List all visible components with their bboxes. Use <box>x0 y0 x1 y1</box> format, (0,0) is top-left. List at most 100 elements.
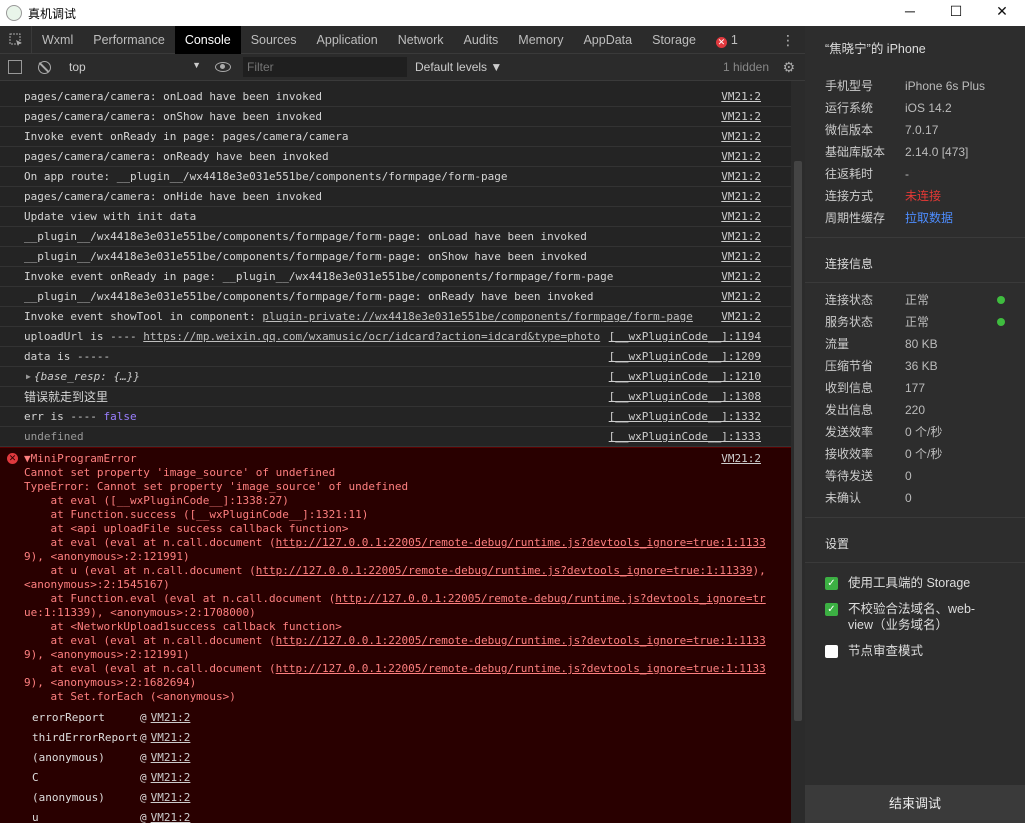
error-title[interactable]: ▼MiniProgramError <box>24 452 805 466</box>
filter-input[interactable] <box>243 57 407 77</box>
stack-source-link[interactable]: VM21:2 <box>151 811 191 823</box>
source-link[interactable]: [__wxPluginCode__]:1332 <box>609 407 761 427</box>
source-link[interactable]: VM21:2 <box>721 107 761 127</box>
tab-performance[interactable]: Performance <box>83 26 175 54</box>
end-debug-button[interactable]: 结束调试 <box>805 785 1025 823</box>
clear-console-icon[interactable] <box>38 60 51 74</box>
device-info: 手机型号 iPhone 6s Plus 运行系统 iOS 14.2 微信版本 7.0.… <box>805 75 1025 229</box>
fetch-data-link[interactable]: 拉取数据 <box>905 207 953 229</box>
log-row: data is ----- [__wxPluginCode__]:1209 <box>0 347 805 367</box>
conn-row: 流量 80 KB <box>825 337 938 351</box>
source-link[interactable]: [__wxPluginCode__]:1194 <box>609 327 761 347</box>
gear-icon[interactable]: ⚙ <box>782 59 795 76</box>
stack-link[interactable]: http://127.0.0.1:22005/remote-debug/runt… <box>276 536 766 549</box>
log-row: undefined [__wxPluginCode__]:1333 <box>0 427 805 447</box>
log-row: __plugin__/wx4418e3e031e551be/components… <box>0 247 805 267</box>
expand-triangle-icon[interactable]: ▶ <box>26 367 31 387</box>
tab-audits[interactable]: Audits <box>454 26 509 54</box>
conn-row: 压缩节省 36 KB <box>825 359 938 373</box>
close-button[interactable]: ✕ <box>979 0 1025 22</box>
plugin-link[interactable]: plugin-private://wx4418e3e031e551be/comp… <box>262 310 692 323</box>
call-stack: errorReport @ VM21:2 thirdErrorReport @ VM21… <box>24 708 805 823</box>
upload-url-link[interactable]: https://mp.weixin.qq.com/wxamusic/ocr/id… <box>143 330 600 343</box>
live-expression-eye-icon[interactable] <box>215 62 231 72</box>
info-row: 运行系统 iOS 14.2 <box>825 101 952 115</box>
stack-link[interactable]: http://127.0.0.1:22005/remote-debug/runt… <box>335 592 765 605</box>
maximize-button[interactable]: ☐ <box>933 0 979 22</box>
tab-console[interactable]: Console <box>174 25 241 54</box>
source-link[interactable]: [__wxPluginCode__]:1209 <box>609 347 761 367</box>
source-link[interactable]: VM21:2 <box>721 207 761 227</box>
context-value: top <box>69 60 86 74</box>
source-link[interactable]: [__wxPluginCode__]:1333 <box>609 427 761 447</box>
conn-row: 接收效率 0 个/秒 <box>825 447 943 461</box>
error-message: ✕ VM21:2 ▼MiniProgramError Cannot set pr… <box>0 447 805 823</box>
stack-row: (anonymous) @ VM21:2 <box>32 751 191 764</box>
log-row: pages/camera/camera: onLoad have been in… <box>0 87 805 107</box>
source-link[interactable]: VM21:2 <box>721 452 761 466</box>
sidebar-toggle-icon[interactable] <box>8 60 22 74</box>
source-link[interactable]: [__wxPluginCode__]:1308 <box>609 387 761 407</box>
source-link[interactable]: [__wxPluginCode__]:1210 <box>609 367 761 387</box>
source-link[interactable]: VM21:2 <box>721 267 761 287</box>
stack-source-link[interactable]: VM21:2 <box>151 771 191 784</box>
tab-appdata[interactable]: AppData <box>573 26 642 54</box>
minimize-button[interactable]: ─ <box>887 0 933 22</box>
more-menu-icon[interactable]: ⋮ <box>781 26 795 54</box>
object-row[interactable]: ▶ {base_resp: {…}} [__wxPluginCode__]:1210 <box>0 367 805 387</box>
stack-row: u @ VM21:2 <box>32 811 191 823</box>
stack-link[interactable]: http://127.0.0.1:22005/remote-debug/runt… <box>276 634 766 647</box>
source-link[interactable]: VM21:2 <box>721 87 761 107</box>
status-dot-icon <box>997 296 1005 304</box>
checkbox-checked-icon[interactable]: ✓ <box>825 603 838 616</box>
stack-source-link[interactable]: VM21:2 <box>151 791 191 804</box>
info-row: 手机型号 iPhone 6s Plus <box>825 79 986 93</box>
checkbox-unchecked-icon[interactable] <box>825 645 838 658</box>
source-link[interactable]: VM21:2 <box>721 187 761 207</box>
source-link[interactable]: VM21:2 <box>721 167 761 187</box>
source-link[interactable]: VM21:2 <box>721 287 761 307</box>
console-toolbar: top ▼ Default levels ▼ 1 hidden ⚙ <box>0 54 805 81</box>
stack-source-link[interactable]: VM21:2 <box>151 711 191 724</box>
tab-sources[interactable]: Sources <box>241 26 307 54</box>
info-row: 连接方式 未连接 <box>805 185 1025 207</box>
log-row: __plugin__/wx4418e3e031e551be/components… <box>0 287 805 307</box>
source-link[interactable]: VM21:2 <box>721 247 761 267</box>
tab-wxml[interactable]: Wxml <box>32 26 83 54</box>
tab-network[interactable]: Network <box>388 26 454 54</box>
log-row: Invoke event showTool in component: plug… <box>0 307 805 327</box>
domain-check-checkbox[interactable]: ✓ 不校验合法域名、web-view（业务域名） <box>805 601 1025 633</box>
log-row: Invoke event onReady in page: __plugin__… <box>0 267 805 287</box>
conn-row: 服务状态 正常 <box>805 311 1025 333</box>
log-levels-dropdown[interactable]: Default levels ▼ <box>415 60 502 74</box>
storage-checkbox[interactable]: ✓ 使用工具端的 Storage <box>805 575 1025 591</box>
info-row: 往返耗时 - <box>825 167 909 181</box>
console-scrollbar[interactable] <box>791 81 805 823</box>
source-link[interactable]: VM21:2 <box>721 307 761 327</box>
source-link[interactable]: VM21:2 <box>721 227 761 247</box>
log-row: pages/camera/camera: onReady have been i… <box>0 147 805 167</box>
node-inspect-checkbox[interactable]: 节点审查模式 <box>805 643 1025 659</box>
tab-storage[interactable]: Storage <box>642 26 706 54</box>
scrollbar-thumb[interactable] <box>794 161 802 721</box>
chevron-down-icon: ▼ <box>192 60 201 70</box>
app-logo-icon <box>6 5 22 21</box>
source-link[interactable]: VM21:2 <box>721 147 761 167</box>
stack-link[interactable]: http://127.0.0.1:22005/remote-debug/runt… <box>256 564 753 577</box>
device-sidebar: “焦晓宁”的 iPhone 手机型号 iPhone 6s Plus 运行系统 iOS… <box>805 26 1025 823</box>
stack-source-link[interactable]: VM21:2 <box>151 751 191 764</box>
inspect-element-button[interactable] <box>0 25 32 54</box>
checkbox-checked-icon[interactable]: ✓ <box>825 577 838 590</box>
conn-row: 等待发送 0 <box>825 469 912 483</box>
device-name: “焦晓宁”的 iPhone <box>825 42 926 56</box>
error-counter[interactable]: ✕ 1 <box>706 26 748 54</box>
log-row: On app route: __plugin__/wx4418e3e031e55… <box>0 167 805 187</box>
context-select[interactable]: top ▼ <box>69 60 201 74</box>
tab-memory[interactable]: Memory <box>508 26 573 54</box>
console-output: pages/camera/camera: onLoad have been in… <box>0 81 805 823</box>
source-link[interactable]: VM21:2 <box>721 127 761 147</box>
conn-row: 收到信息 177 <box>825 381 926 395</box>
stack-source-link[interactable]: VM21:2 <box>151 731 191 744</box>
stack-link[interactable]: http://127.0.0.1:22005/remote-debug/runt… <box>276 662 766 675</box>
tab-application[interactable]: Application <box>307 26 388 54</box>
